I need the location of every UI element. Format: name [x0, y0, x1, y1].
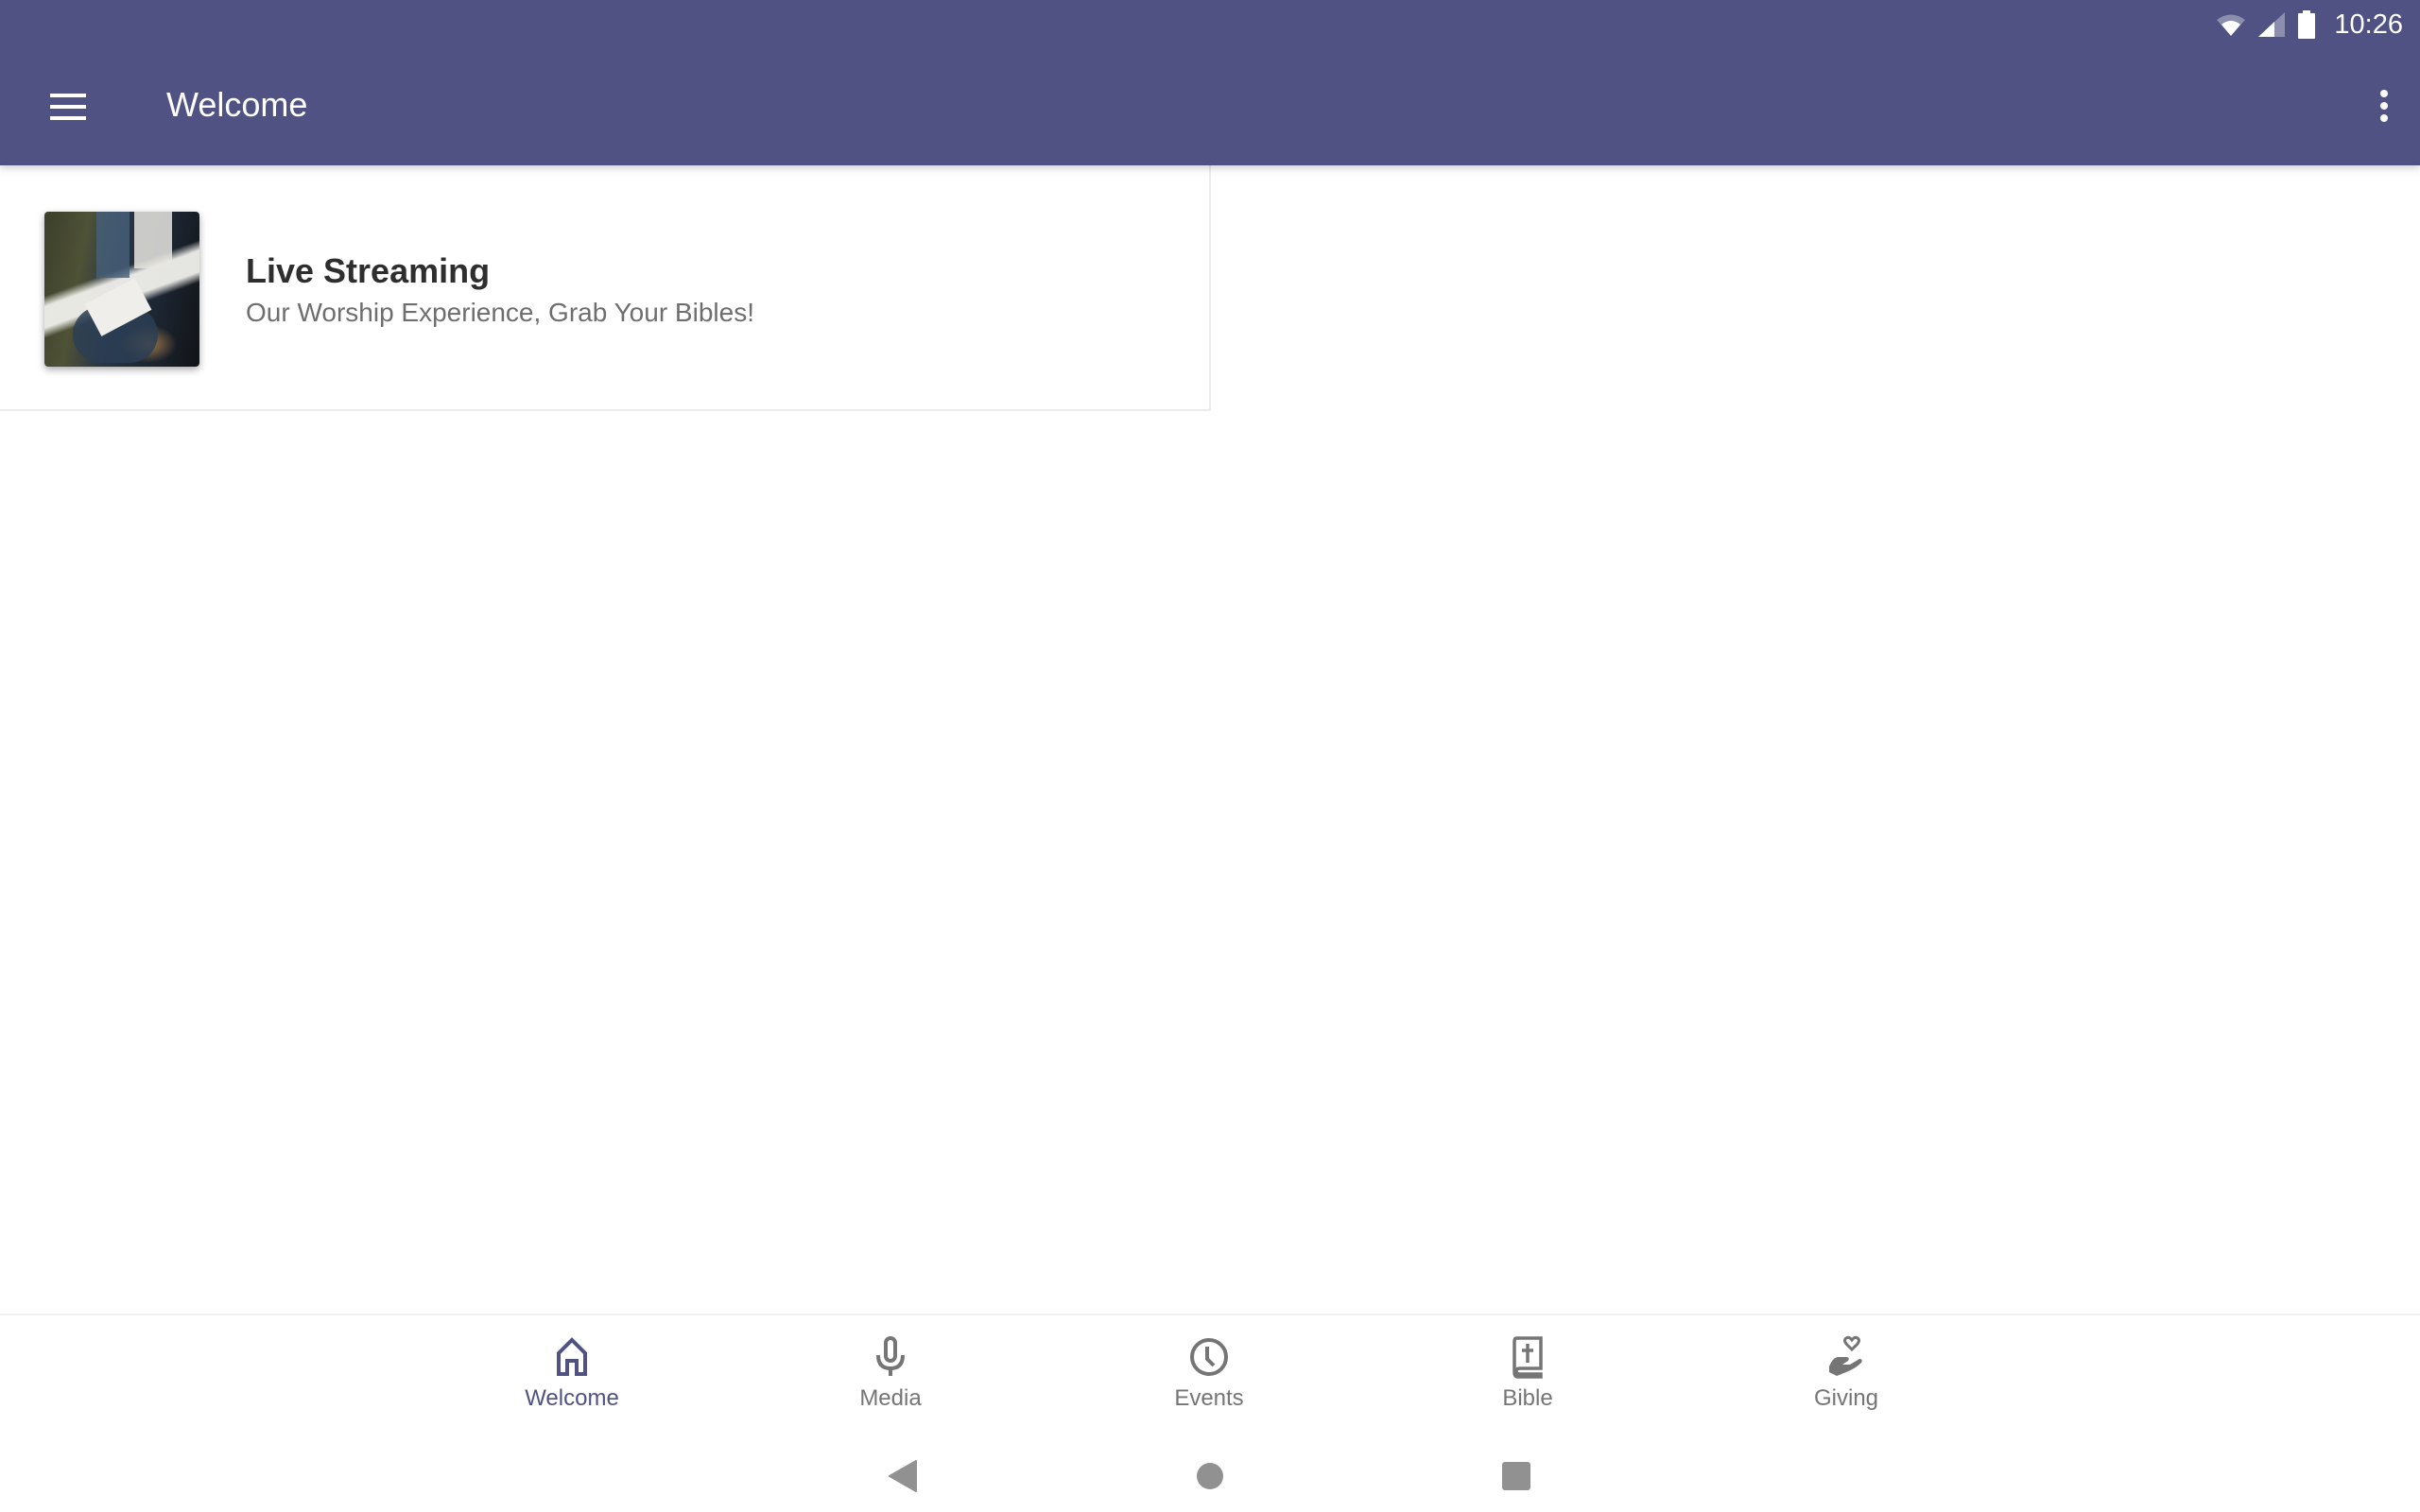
dot: [2380, 114, 2388, 122]
nav-label: Bible: [1502, 1385, 1553, 1411]
system-home-button[interactable]: [1182, 1448, 1238, 1504]
system-navigation-bar: [0, 1427, 2420, 1512]
status-time: 10:26: [2334, 9, 2403, 40]
nav-item-events[interactable]: Events: [1105, 1334, 1313, 1419]
recents-icon: [1502, 1462, 1530, 1490]
nav-label: Welcome: [525, 1385, 619, 1411]
bible-icon: [1512, 1336, 1543, 1379]
system-recents-button[interactable]: [1488, 1448, 1545, 1504]
hamburger-line: [50, 116, 86, 120]
card-title: Live Streaming: [246, 251, 491, 290]
nav-label: Events: [1174, 1385, 1244, 1411]
page-title: Welcome: [166, 85, 308, 124]
system-back-button[interactable]: [874, 1448, 931, 1504]
cell-signal-icon: [2258, 12, 2286, 37]
hamburger-menu-button[interactable]: [42, 83, 95, 130]
live-streaming-thumbnail: [44, 212, 199, 367]
nav-item-media[interactable]: Media: [786, 1334, 994, 1419]
home-icon: [557, 1337, 587, 1376]
status-bar: 10:26: [2217, 6, 2403, 43]
hamburger-line: [50, 105, 86, 109]
home-circle-icon: [1197, 1463, 1223, 1489]
battery-icon: [2298, 10, 2316, 39]
nav-item-welcome[interactable]: Welcome: [468, 1334, 676, 1419]
dot: [2380, 102, 2388, 110]
hamburger-menu-icon: [50, 94, 86, 97]
nav-item-giving[interactable]: Giving: [1742, 1334, 1950, 1419]
nav-item-bible[interactable]: Bible: [1424, 1334, 1632, 1419]
nav-label: Media: [859, 1385, 922, 1411]
clock-icon: [1190, 1338, 1228, 1376]
microphone-icon: [876, 1336, 905, 1376]
nav-label: Giving: [1813, 1385, 1879, 1411]
live-streaming-card[interactable]: Live Streaming Our Worship Experience, G…: [0, 165, 1211, 411]
bottom-navigation: Welcome Media Events Bible Giving: [0, 1314, 2420, 1429]
app-bar: 10:26 Welcome: [0, 0, 2420, 165]
back-icon: [889, 1460, 917, 1492]
more-vert-icon: [2380, 90, 2388, 97]
wifi-icon: [2217, 14, 2246, 36]
photo-detail: [134, 212, 172, 268]
photo-detail: [96, 212, 130, 278]
more-options-button[interactable]: [2361, 83, 2407, 129]
card-subtitle: Our Worship Experience, Grab Your Bibles…: [246, 298, 754, 327]
giving-hand-heart-icon: [1829, 1335, 1862, 1376]
